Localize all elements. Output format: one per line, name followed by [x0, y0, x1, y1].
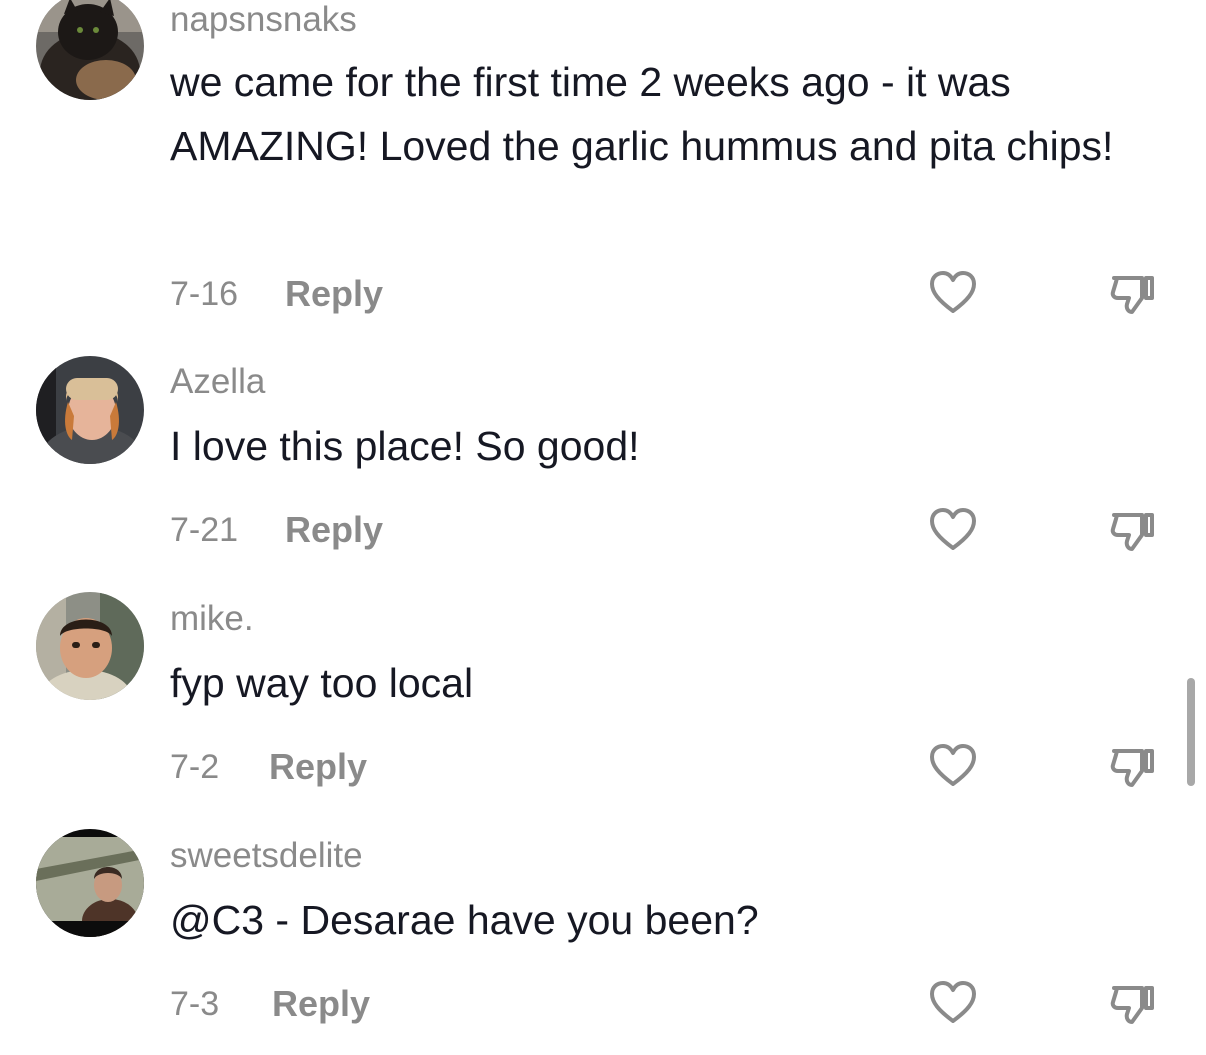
avatar[interactable]: [36, 356, 144, 464]
comment-text: @C3 - Desarae have you been?: [170, 897, 759, 943]
comment-date: 7-3: [170, 985, 220, 1023]
comment-text: fyp way too local: [170, 660, 474, 706]
reply-button[interactable]: Reply: [285, 510, 383, 550]
comment-username[interactable]: sweetsdelite: [170, 836, 363, 876]
reply-button[interactable]: Reply: [285, 274, 383, 314]
reply-button[interactable]: Reply: [272, 984, 370, 1024]
thumbs-down-icon[interactable]: [1108, 505, 1158, 555]
avatar[interactable]: [36, 0, 144, 100]
reply-button[interactable]: Reply: [269, 747, 367, 787]
avatar[interactable]: [36, 592, 144, 700]
comment-username[interactable]: mike.: [170, 599, 254, 639]
thumbs-down-icon[interactable]: [1108, 978, 1158, 1028]
comment-text: we came for the first time 2 weeks ago -…: [170, 59, 1114, 169]
comment-username[interactable]: Azella: [170, 362, 265, 402]
heart-outline-icon[interactable]: [928, 505, 978, 555]
heart-outline-icon[interactable]: [928, 268, 978, 318]
scrollbar[interactable]: [1187, 678, 1195, 786]
thumbs-down-icon[interactable]: [1108, 741, 1158, 791]
comment-date: 7-21: [170, 511, 239, 549]
heart-outline-icon[interactable]: [928, 741, 978, 791]
thumbs-down-icon[interactable]: [1108, 268, 1158, 318]
avatar[interactable]: [36, 829, 144, 937]
comment-username[interactable]: napsnsnaks: [170, 0, 357, 40]
comment-text: I love this place! So good!: [170, 423, 640, 469]
heart-outline-icon[interactable]: [928, 978, 978, 1028]
comment-date: 7-16: [170, 275, 239, 313]
comment-date: 7-2: [170, 748, 220, 786]
